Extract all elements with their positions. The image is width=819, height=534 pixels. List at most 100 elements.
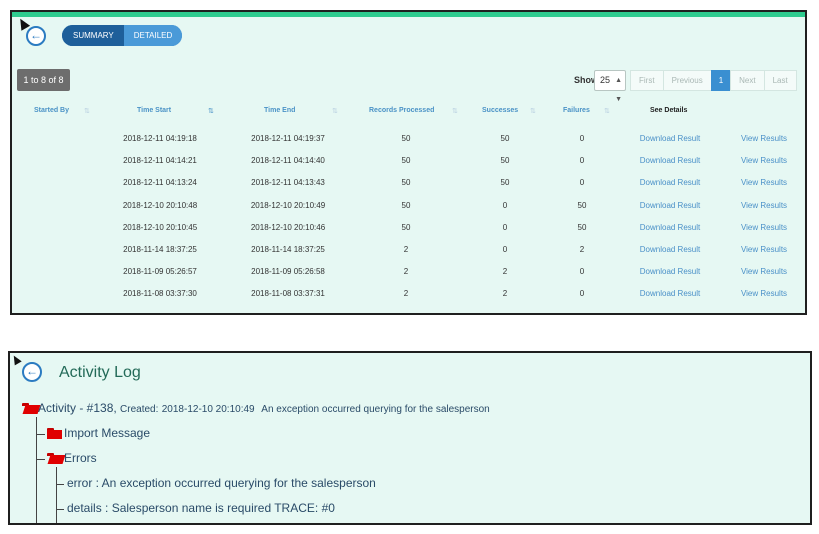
view-results-link[interactable]: View Results (741, 178, 787, 187)
back-arrow-icon[interactable]: ← (22, 362, 42, 382)
view-results-link[interactable]: View Results (741, 156, 787, 165)
record-count-badge: 1 to 8 of 8 (17, 69, 70, 91)
cell-successes: 0 (502, 200, 508, 210)
folder-icon[interactable] (47, 428, 62, 439)
cell-failures: 50 (577, 222, 587, 232)
download-result-link[interactable]: Download Result (640, 134, 700, 143)
cell-successes: 0 (502, 245, 508, 254)
accent-bar (12, 12, 805, 17)
cell-successes: 50 (500, 134, 510, 143)
col-time-start[interactable]: Time Start (137, 107, 171, 114)
pager-next[interactable]: Next (730, 70, 765, 91)
cell-time-end: 2018-11-09 05:26:58 (251, 267, 325, 277)
table-row: 2018-12-10 20:10:48 2018-12-10 20:10:49 50… (12, 196, 805, 218)
sort-icon[interactable]: ⇅ (452, 107, 458, 115)
cell-time-end: 2018-12-11 04:13:43 (251, 178, 325, 188)
col-failures[interactable]: Failures (563, 107, 590, 114)
cell-time-start: 2018-12-11 04:14:21 (123, 156, 197, 166)
activity-panel: ← Activity Log Activity - #138, Created:… (8, 351, 812, 525)
sort-icon[interactable]: ⇅ (332, 107, 338, 115)
cell-time-start: 2018-11-09 05:26:57 (123, 267, 197, 277)
pager-current-page[interactable]: 1 (710, 70, 732, 91)
folder-open-icon[interactable] (22, 403, 41, 414)
tree-line (36, 459, 45, 460)
download-result-link[interactable]: Download Result (640, 289, 700, 298)
sort-icon[interactable]: ⇅ (530, 107, 536, 115)
folder-open-icon[interactable] (47, 453, 66, 464)
cell-records-processed: 2 (403, 267, 409, 277)
view-results-link[interactable]: View Results (741, 201, 787, 210)
view-toggle[interactable]: SUMMARY DETAILED (62, 25, 183, 46)
activity-message: An exception occurred querying for the s… (261, 404, 490, 415)
col-records-processed[interactable]: Records Processed (369, 107, 434, 114)
cell-successes: 50 (500, 156, 510, 166)
table-row: 2018-11-09 05:26:57 2018-11-09 05:26:58 2 2… (12, 262, 805, 284)
view-results-link[interactable]: View Results (741, 267, 787, 276)
pager-last[interactable]: Last (763, 70, 797, 91)
back-arrow-icon[interactable]: ← (26, 26, 46, 46)
view-results-link[interactable]: View Results (741, 289, 787, 298)
cell-successes: 50 (500, 178, 510, 188)
col-time-end[interactable]: Time End (264, 107, 295, 114)
toggle-detailed[interactable]: DETAILED (123, 25, 183, 46)
activity-root-node[interactable]: Activity - #138, Created: 2018-12-10 20:… (38, 401, 490, 415)
download-result-link[interactable]: Download Result (640, 156, 700, 165)
table-row: 2018-11-14 18:37:25 2018-11-14 18:37:25 2 0… (12, 240, 805, 262)
cell-time-end: 2018-12-10 20:10:46 (250, 222, 326, 232)
download-result-link[interactable]: Download Result (640, 245, 700, 254)
cell-failures: 0 (579, 178, 585, 188)
cell-time-end: 2018-11-14 18:37:25 (251, 245, 325, 254)
pager-first[interactable]: First (630, 70, 664, 91)
table-row: 2018-12-11 04:19:18 2018-12-11 04:19:37 50… (12, 129, 805, 151)
page-size-select[interactable]: 25 ▲ ▼ (594, 70, 626, 103)
pager-previous[interactable]: Previous (662, 70, 712, 91)
tree-item-errors[interactable]: Errors (64, 451, 97, 465)
cell-records-processed: 50 (401, 178, 411, 188)
tree-item-import-message[interactable]: Import Message (64, 426, 150, 440)
cell-time-start: 2018-11-14 18:37:25 (123, 245, 197, 254)
cell-time-start: 2018-11-08 03:37:30 (123, 289, 197, 299)
cell-records-processed: 50 (401, 134, 411, 143)
cell-time-start: 2018-12-11 04:13:24 (123, 178, 197, 188)
cell-time-end: 2018-11-08 03:37:31 (251, 289, 325, 299)
cursor-icon (10, 353, 22, 366)
download-result-link[interactable]: Download Result (640, 223, 700, 232)
view-results-link[interactable]: View Results (741, 223, 787, 232)
col-successes[interactable]: Successes (482, 107, 518, 114)
col-see-details: See Details (650, 107, 688, 114)
cell-records-processed: 50 (401, 222, 411, 232)
sort-icon[interactable]: ⇅ (208, 107, 214, 115)
tree-item-details: details : Salesperson name is required T… (67, 501, 335, 515)
cell-failures: 0 (579, 156, 585, 166)
cell-records-processed: 2 (403, 289, 409, 299)
tree-line (56, 467, 57, 523)
created-label: Created: (120, 404, 159, 415)
view-results-link[interactable]: View Results (741, 245, 787, 254)
page-title: Activity Log (59, 364, 141, 381)
download-result-link[interactable]: Download Result (640, 178, 700, 187)
cell-successes: 2 (502, 267, 508, 277)
cell-time-end: 2018-12-11 04:14:40 (251, 156, 325, 166)
table-row: 2018-12-11 04:13:24 2018-12-11 04:13:43 50… (12, 173, 805, 195)
cell-time-start: 2018-12-10 20:10:48 (122, 200, 198, 210)
table-row: 2018-12-11 04:14:21 2018-12-11 04:14:40 50… (12, 151, 805, 173)
col-started-by[interactable]: Started By (34, 107, 69, 114)
toggle-summary[interactable]: SUMMARY (62, 25, 124, 46)
cell-failures: 50 (577, 200, 587, 210)
sort-icon[interactable]: ⇅ (604, 107, 610, 115)
cell-records-processed: 2 (403, 245, 409, 254)
tree-line (56, 509, 64, 510)
cell-records-processed: 50 (401, 156, 411, 166)
table-row: 2018-12-10 20:10:45 2018-12-10 20:10:46 50… (12, 218, 805, 240)
download-result-link[interactable]: Download Result (640, 267, 700, 276)
download-result-link[interactable]: Download Result (640, 201, 700, 210)
cell-records-processed: 50 (401, 200, 411, 210)
view-results-link[interactable]: View Results (741, 134, 787, 143)
sort-icon[interactable]: ⇅ (84, 107, 90, 115)
cell-successes: 0 (502, 222, 508, 232)
pagination: First Previous 1 Next Last (630, 70, 797, 91)
tree-line (36, 434, 45, 435)
cell-time-end: 2018-12-11 04:19:37 (251, 134, 325, 143)
cell-time-start: 2018-12-10 20:10:45 (122, 222, 198, 232)
page-size-value: 25 (600, 75, 611, 85)
